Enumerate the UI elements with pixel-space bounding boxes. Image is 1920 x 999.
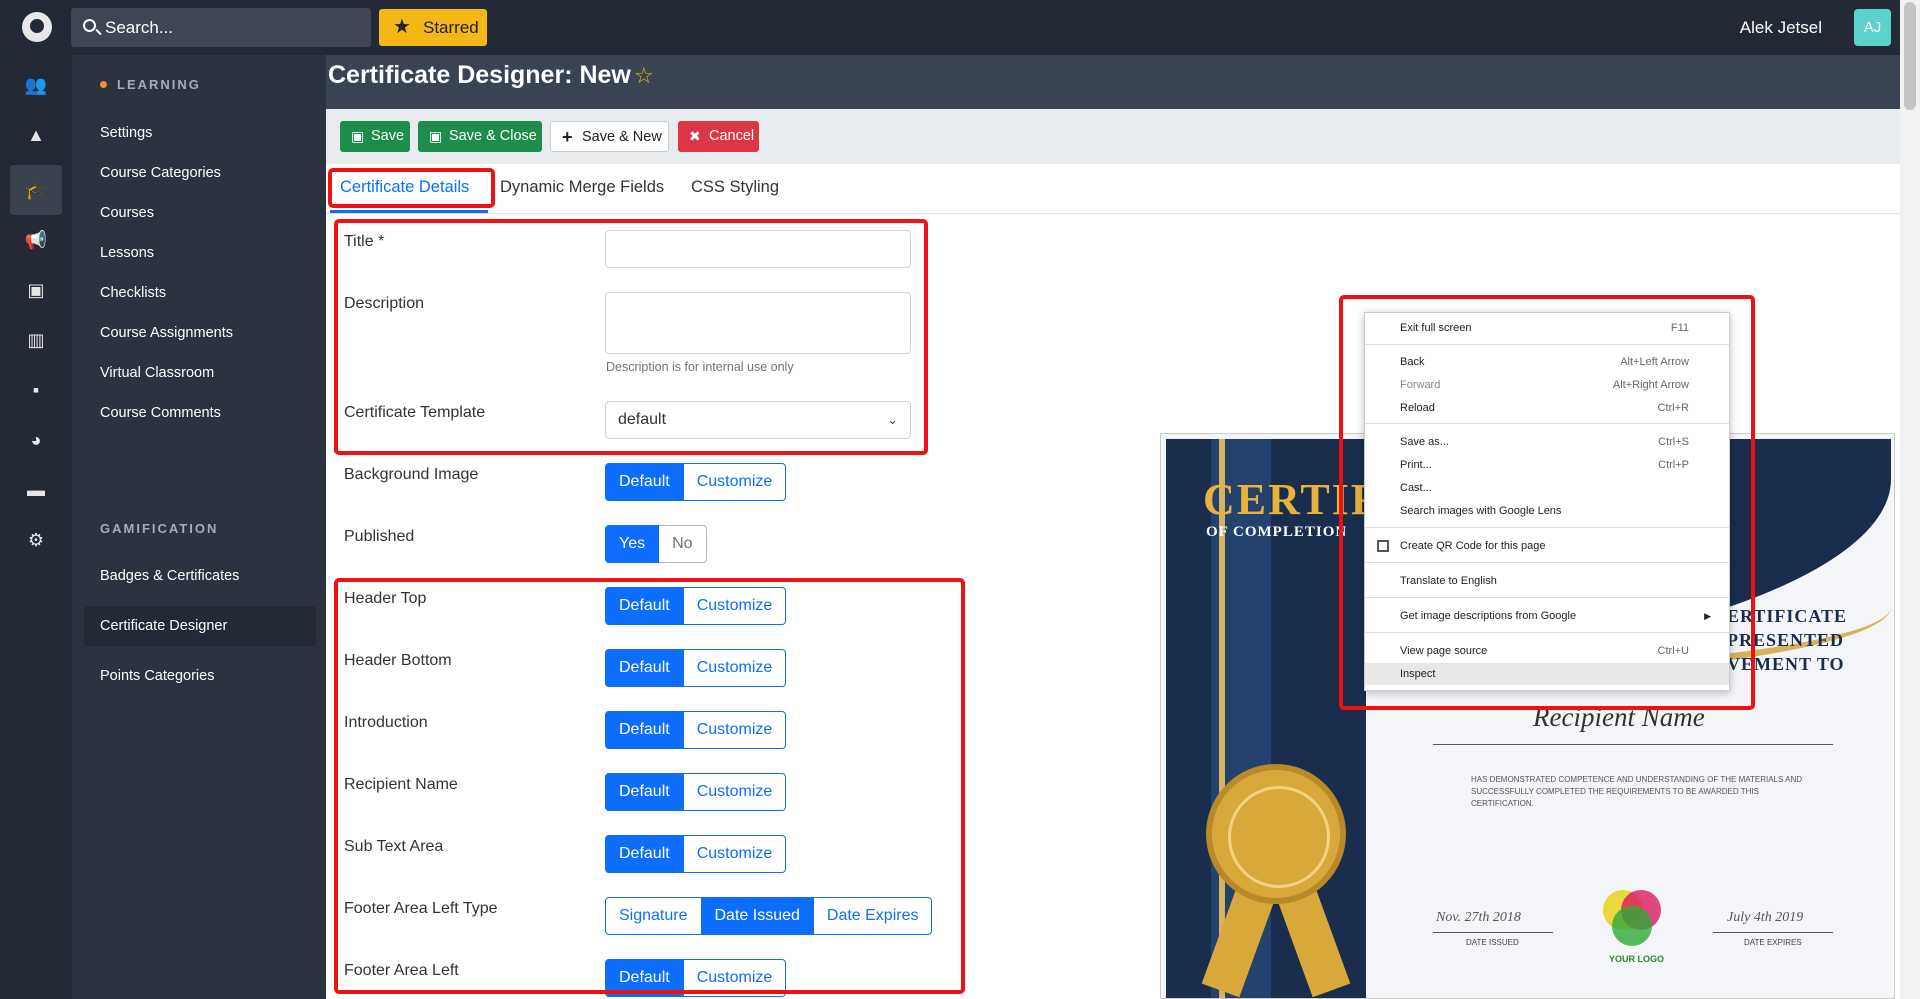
save-close-button[interactable]: ▣ Save & Close — [418, 121, 542, 152]
certificate-body-text: HAS DEMONSTRATED COMPETENCE AND UNDERSTA… — [1471, 775, 1802, 808]
sidebar-item-points-categories[interactable]: Points Categories — [84, 656, 316, 696]
highlight-context-menu — [1339, 295, 1755, 710]
star-icon: ★ — [393, 16, 411, 38]
active-tab-indicator — [330, 210, 488, 213]
date-issued-line — [1433, 932, 1553, 933]
app-logo[interactable] — [22, 12, 52, 42]
date-expires-line — [1713, 932, 1833, 933]
highlight-section-fields — [334, 578, 965, 994]
page-title: Certificate Designer: New — [328, 61, 631, 89]
floppy-icon: ▣ — [429, 128, 443, 144]
search-placeholder: Search... — [105, 18, 174, 37]
sidebar: LEARNING Settings Course Categories Cour… — [72, 55, 326, 999]
favorite-star-icon[interactable]: ☆ — [634, 63, 654, 89]
top-bar: Search... ★ Starred Alek Jetsel AJ — [0, 0, 1900, 55]
date-issued-value: Nov. 27th 2018 — [1436, 910, 1521, 925]
sidebar-section-learning: LEARNING — [100, 77, 201, 92]
sidebar-section-gamification: GAMIFICATION — [100, 521, 219, 536]
page-scrollbar[interactable] — [1900, 0, 1920, 999]
cancel-button[interactable]: ✖ Cancel — [678, 121, 759, 152]
search-icon — [83, 19, 96, 32]
chart-icon[interactable]: ▥ — [10, 315, 62, 365]
tab-css-styling[interactable]: CSS Styling — [691, 178, 779, 197]
gear-icon[interactable]: ⚙ — [10, 515, 62, 565]
date-expires-value: July 4th 2019 — [1727, 910, 1804, 925]
date-issued-caption: DATE ISSUED — [1466, 938, 1519, 947]
published-no-option[interactable]: No — [659, 525, 707, 563]
scrollbar-thumb[interactable] — [1904, 2, 1916, 110]
icon-rail: 👥 ▲ 🎓 📢 ▣ ▥ ▪ ◕ ▬ ⚙ — [0, 55, 72, 999]
recipient-underline — [1433, 744, 1833, 745]
published-yes-option[interactable]: Yes — [605, 525, 660, 563]
sidebar-item-checklists[interactable]: Checklists — [84, 273, 316, 313]
search-input[interactable]: Search... — [71, 8, 371, 47]
plus-icon: + — [562, 127, 573, 147]
comment-icon[interactable]: ▪ — [10, 365, 62, 415]
save-button[interactable]: ▣ Save — [340, 121, 410, 152]
background-image-toggle: Default Customize — [605, 463, 787, 501]
published-toggle: Yes No — [605, 525, 707, 563]
sidebar-item-settings[interactable]: Settings — [84, 113, 316, 153]
logo-text: YOUR LOGO — [1609, 954, 1665, 964]
tab-dynamic-merge-fields[interactable]: Dynamic Merge Fields — [500, 178, 664, 197]
window-icon[interactable]: ▬ — [10, 465, 62, 515]
published-label: Published — [344, 528, 415, 545]
avatar[interactable]: AJ — [1854, 9, 1891, 46]
sidebar-item-course-categories[interactable]: Course Categories — [84, 153, 316, 193]
customize-option[interactable]: Customize — [683, 463, 787, 501]
status-dot — [100, 81, 107, 88]
highlight-tab — [328, 168, 495, 208]
certificate-subtitle: OF COMPLETION — [1206, 524, 1348, 540]
sidebar-item-course-assignments[interactable]: Course Assignments — [84, 313, 316, 353]
megaphone-icon[interactable]: 📢 — [10, 215, 62, 265]
default-option[interactable]: Default — [605, 463, 684, 501]
starred-label: Starred — [423, 18, 479, 37]
close-icon: ✖ — [689, 128, 701, 144]
highlight-basic-fields — [334, 219, 928, 455]
tabs-divider — [326, 213, 1900, 214]
user-name[interactable]: Alek Jetsel — [1740, 0, 1822, 55]
sidebar-item-course-comments[interactable]: Course Comments — [84, 393, 316, 433]
money-icon[interactable]: ▣ — [10, 265, 62, 315]
background-image-label: Background Image — [344, 466, 479, 483]
sidebar-item-certificate-designer[interactable]: Certificate Designer — [84, 606, 316, 646]
date-expires-caption: DATE EXPIRES — [1744, 938, 1802, 947]
starred-button[interactable]: ★ Starred — [379, 9, 487, 46]
save-new-button[interactable]: + Save & New — [550, 121, 669, 152]
sidebar-item-virtual-classroom[interactable]: Virtual Classroom — [84, 353, 316, 393]
sidebar-item-courses[interactable]: Courses — [84, 193, 316, 233]
sidebar-item-badges-certificates[interactable]: Badges & Certificates — [84, 556, 316, 596]
palette-icon[interactable]: ◕ — [10, 415, 62, 465]
your-logo-icon — [1603, 890, 1661, 946]
users-icon[interactable]: 👥 — [10, 60, 62, 110]
graduation-cap-icon[interactable]: 🎓 — [10, 165, 62, 215]
diamond-seal-icon — [1206, 764, 1346, 904]
floppy-icon: ▣ — [351, 128, 365, 144]
sidebar-item-lessons[interactable]: Lessons — [84, 233, 316, 273]
shapes-icon[interactable]: ▲ — [10, 110, 62, 160]
